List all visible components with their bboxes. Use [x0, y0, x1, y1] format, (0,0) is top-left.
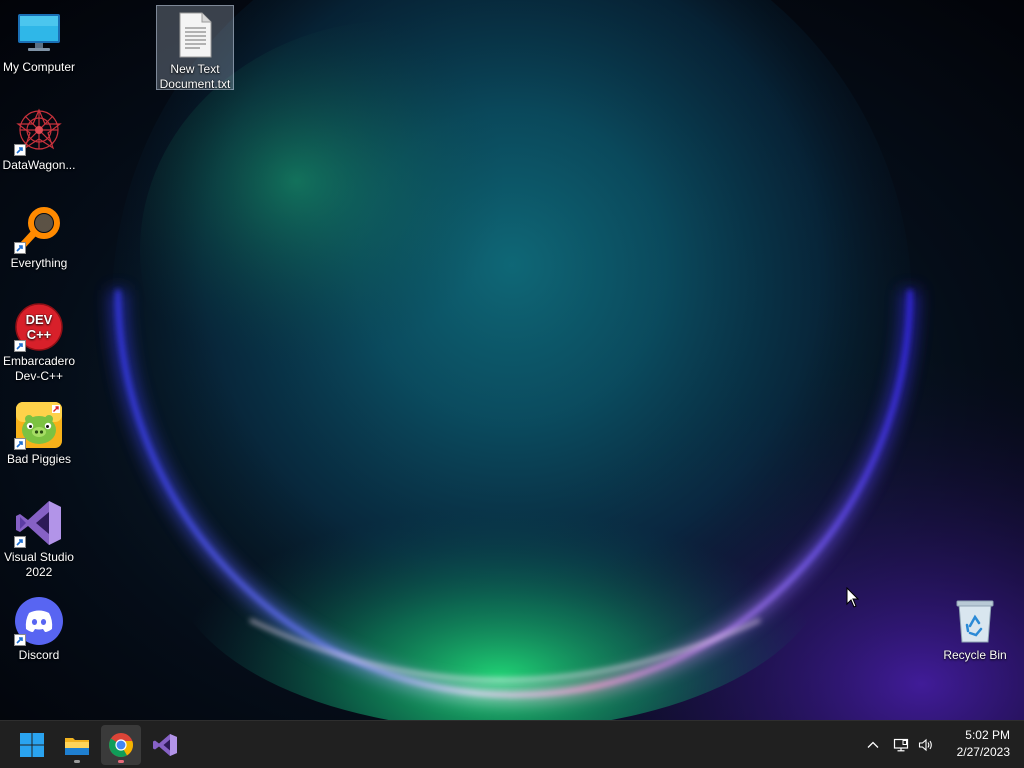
network-icon [893, 738, 909, 752]
file-explorer-icon [65, 738, 89, 755]
desktop-icon-label: Everything [10, 256, 68, 270]
desktop-icon-label: DataWagon... [2, 158, 76, 172]
taskbar-chrome[interactable] [101, 725, 141, 765]
desktop-icon-datawagon[interactable]: DataWagon... [0, 102, 78, 182]
desktop-icon-discord[interactable]: Discord [0, 592, 78, 672]
desktop-icon-recycle-bin[interactable]: Recycle Bin [936, 592, 1014, 672]
start-button[interactable] [12, 725, 52, 765]
running-indicator [74, 760, 80, 763]
shortcut-arrow-icon [14, 144, 26, 156]
desktop[interactable]: My Computer DataWagon... Everything DEV … [0, 0, 1024, 720]
visual-studio-icon [14, 498, 64, 548]
shortcut-arrow-icon [14, 634, 26, 646]
show-hidden-icons-button[interactable] [861, 733, 885, 757]
shortcut-arrow-icon [14, 242, 26, 254]
desktop-icon-new-text-document[interactable]: New Text Document.txt [156, 5, 234, 91]
desktop-icon-label: Recycle Bin [943, 648, 1007, 662]
svg-text:C++: C++ [27, 327, 52, 342]
wallpaper [0, 0, 1024, 720]
mouse-pointer-icon [846, 587, 860, 608]
desktop-icon-everything[interactable]: Everything [0, 200, 78, 280]
clock-date: 2/27/2023 [956, 745, 1010, 759]
speaker-icon [918, 738, 932, 752]
desktop-icon-devcpp[interactable]: DEV C++ Embarcadero Dev-C++ [0, 298, 78, 384]
desktop-icon-label: New Text Document.txt [159, 62, 231, 91]
discord-icon [14, 596, 64, 646]
datawagon-icon [14, 106, 64, 156]
devcpp-icon: DEV C++ [14, 302, 64, 352]
desktop-icon-label: Bad Piggies [6, 452, 72, 466]
desktop-icon-visual-studio[interactable]: Visual Studio 2022 [0, 494, 78, 580]
desktop-icon-label: Embarcadero Dev-C++ [2, 354, 76, 383]
chevron-up-icon [867, 741, 879, 748]
monitor-icon [14, 8, 64, 58]
shortcut-arrow-icon [14, 536, 26, 548]
recycle-bin-icon [950, 596, 1000, 646]
network-button[interactable] [889, 733, 913, 757]
desktop-icon-label: Discord [18, 648, 60, 662]
taskbar: 5:02 PM 2/27/2023 [0, 720, 1024, 768]
chrome-icon [109, 733, 133, 758]
taskbar-file-explorer[interactable] [57, 725, 97, 765]
desktop-icon-bad-piggies[interactable]: Bad Piggies [0, 396, 78, 476]
svg-text:DEV: DEV [26, 312, 53, 327]
clock-time: 5:02 PM [965, 728, 1010, 742]
running-indicator [118, 760, 124, 763]
taskbar-clock[interactable]: 5:02 PM 2/27/2023 [936, 727, 1010, 761]
desktop-icon-label: My Computer [2, 60, 76, 74]
taskbar-visual-studio[interactable] [145, 725, 185, 765]
volume-button[interactable] [914, 733, 938, 757]
visual-studio-icon [153, 734, 177, 756]
desktop-icon-label: Visual Studio 2022 [4, 550, 74, 579]
shortcut-arrow-icon [14, 340, 26, 352]
bad-piggies-icon [14, 400, 64, 450]
text-file-icon [170, 10, 220, 60]
shortcut-arrow-icon [14, 438, 26, 450]
magnifier-icon [14, 204, 64, 254]
windows-start-icon [20, 733, 44, 757]
desktop-icon-my-computer[interactable]: My Computer [0, 4, 78, 84]
